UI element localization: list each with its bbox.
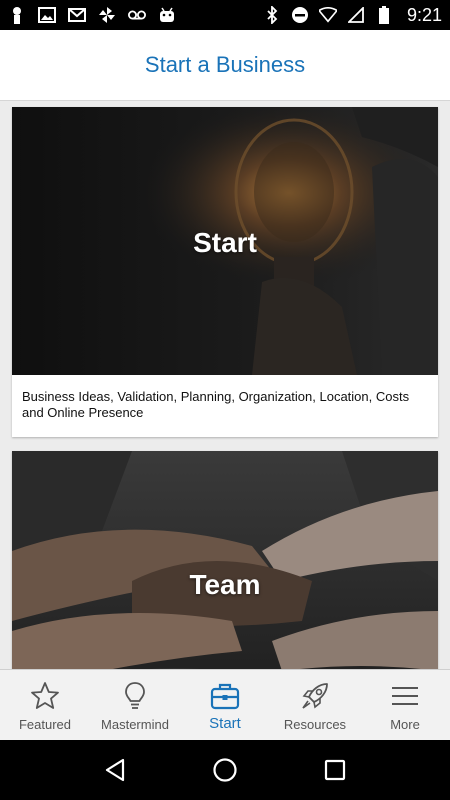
do-not-disturb-icon (291, 6, 309, 24)
tab-start[interactable]: Start (180, 670, 270, 740)
tab-featured-label: Featured (18, 717, 72, 732)
app-header: Start a Business (0, 30, 450, 101)
lightbulb-icon (125, 682, 145, 709)
wifi-icon (318, 6, 337, 24)
tab-resources[interactable]: Resources (270, 670, 360, 740)
recents-button[interactable] (315, 750, 355, 790)
tab-mastermind[interactable]: Mastermind (90, 670, 180, 740)
back-button[interactable] (95, 750, 135, 790)
person-icon (8, 6, 26, 24)
status-bar: 9:21 (0, 0, 450, 30)
android-icon (158, 6, 176, 24)
battery-icon (375, 6, 393, 24)
team-card[interactable]: Team (12, 451, 438, 669)
voicemail-icon (128, 6, 146, 24)
signal-icon (347, 6, 365, 24)
home-circle-icon (213, 758, 237, 782)
menu-icon (392, 687, 418, 705)
start-card-image: Start (12, 107, 438, 375)
back-triangle-icon (105, 758, 125, 782)
bluetooth-icon (263, 6, 281, 24)
home-button[interactable] (205, 750, 245, 790)
tab-more-label: More (390, 717, 420, 732)
tab-start-label: Start (209, 715, 241, 732)
pinwheel-icon (98, 6, 116, 24)
tab-mastermind-label: Mastermind (101, 717, 169, 732)
system-nav-bar (0, 740, 450, 800)
start-card-description: Business Ideas, Validation, Planning, Or… (22, 389, 410, 420)
team-card-title: Team (189, 569, 261, 600)
briefcase-icon (210, 683, 240, 710)
page-title: Start a Business (144, 52, 306, 77)
gmail-icon (68, 6, 86, 24)
rocket-icon (302, 683, 328, 709)
tab-resources-label: Resources (283, 717, 347, 732)
tab-more[interactable]: More (360, 670, 450, 740)
status-time: 9:21 (406, 4, 442, 25)
image-icon (38, 6, 56, 24)
card-list[interactable]: Start Business Ideas, Validation, Planni… (0, 101, 450, 669)
bottom-tab-bar: Featured Mastermind Start Resources More (0, 669, 450, 740)
tab-featured[interactable]: Featured (0, 670, 90, 740)
star-icon (31, 682, 59, 709)
start-card[interactable]: Start Business Ideas, Validation, Planni… (12, 107, 438, 437)
team-card-image: Team (12, 451, 438, 669)
start-card-title: Start (193, 227, 257, 258)
recents-square-icon (324, 759, 346, 781)
